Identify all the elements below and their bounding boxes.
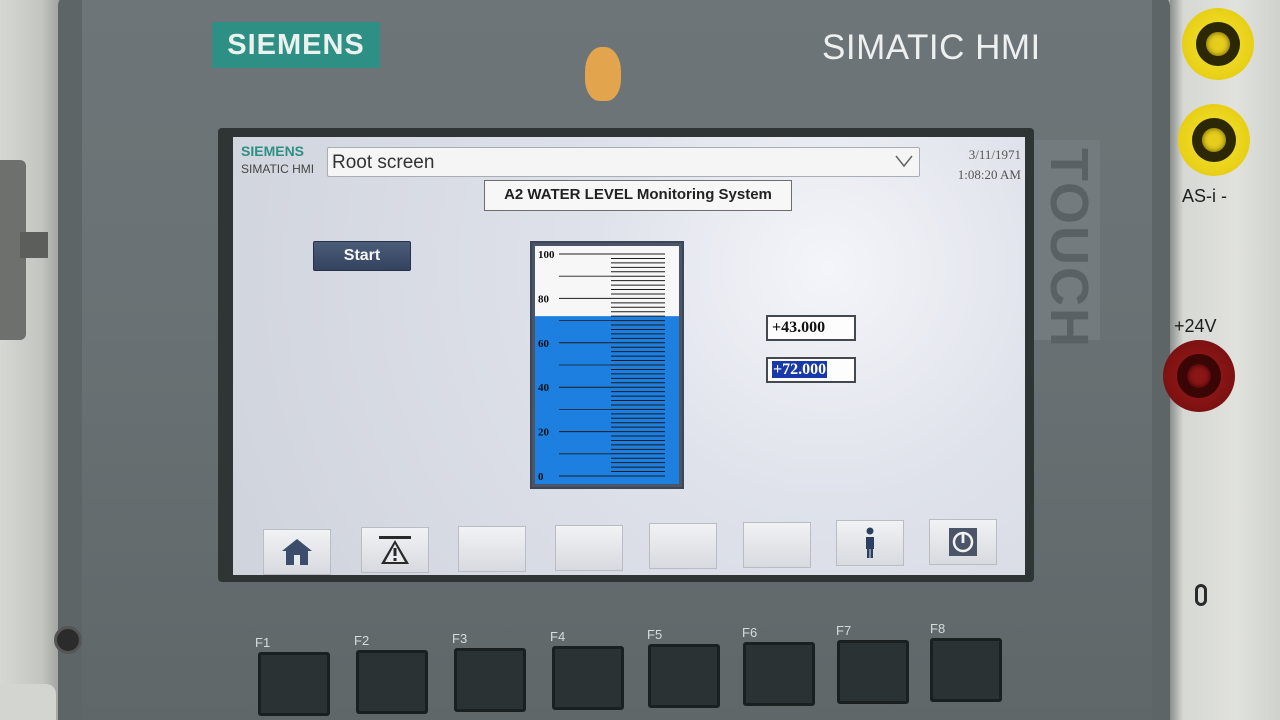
fkey-label-f6: F6: [742, 625, 758, 640]
home-button[interactable]: [263, 529, 331, 575]
screen-selector-value: Root screen: [332, 152, 435, 173]
gauge-tick-label: 60: [538, 338, 550, 350]
fkey-label-f7: F7: [836, 623, 852, 638]
page-title: A2 WATER LEVEL Monitoring System: [484, 180, 792, 211]
fkey-f7[interactable]: [837, 640, 909, 704]
hmi-screen: SIEMENS SIMATIC HMI Root screen 3/11/197…: [233, 137, 1025, 575]
time-label: 1:08:20 AM: [957, 167, 1021, 182]
alarm-view-button[interactable]: [361, 527, 429, 573]
cabinet-foot: [0, 684, 56, 720]
datetime-display: 3/11/1971 1:08:20 AM: [958, 145, 1021, 185]
level-output-value: +43.000: [772, 319, 826, 336]
power-icon: [949, 528, 977, 556]
photo-stage: SIEMENS SIMATIC HMI TOUCH SIEMENS SIMATI…: [0, 0, 1280, 720]
cabinet-left-rail: [0, 0, 60, 720]
screen-brand: SIEMENS: [241, 143, 305, 159]
date-label: 3/11/1971: [968, 147, 1021, 162]
fkey-f2[interactable]: [356, 650, 428, 714]
setpoint-input-field[interactable]: +72.000: [766, 357, 856, 383]
fkey-label-f8: F8: [930, 621, 946, 636]
device-model-label: SIMATIC HMI: [822, 28, 1041, 67]
alarm-warning-icon: [379, 536, 411, 564]
fkey-label-f1: F1: [255, 635, 271, 650]
function-button-3[interactable]: [458, 526, 526, 572]
screen-selector-dropdown[interactable]: Root screen: [327, 147, 920, 177]
fkey-label-f3: F3: [452, 631, 468, 646]
fkey-f6[interactable]: [743, 642, 815, 706]
screen-model: SIMATIC HMI: [241, 162, 315, 176]
gauge-tick-label: 100: [538, 249, 555, 261]
water-level-gauge: 0 20 40 60 80 100: [530, 241, 684, 489]
function-button-5[interactable]: [649, 523, 717, 569]
touch-strip: TOUCH: [1030, 140, 1100, 349]
setpoint-input-value: +72.000: [772, 361, 828, 378]
gauge-tick-label: 80: [538, 293, 550, 305]
fkey-label-f2: F2: [354, 633, 370, 648]
info-button[interactable]: [836, 520, 904, 566]
gauge-tick-label: 40: [538, 382, 550, 394]
plus-24v-label: +24V: [1174, 316, 1217, 336]
screw-icon: [54, 626, 82, 654]
mounting-tab: [20, 232, 48, 258]
asi-label: AS-i -: [1182, 186, 1227, 206]
home-icon: [282, 539, 312, 565]
fkey-f8[interactable]: [930, 638, 1002, 702]
chevron-down-icon: [895, 155, 913, 168]
level-output-field: +43.000: [766, 315, 856, 341]
fkey-f4[interactable]: [552, 646, 624, 710]
rail-slot: [1195, 584, 1207, 606]
jack-yellow-2-icon: [1178, 104, 1250, 176]
function-button-4[interactable]: [555, 525, 623, 571]
fkey-f3[interactable]: [454, 648, 526, 712]
function-button-6[interactable]: [743, 522, 811, 568]
touch-label: TOUCH: [1039, 148, 1099, 350]
jack-yellow-1-icon: [1182, 8, 1254, 80]
fkey-label-f4: F4: [550, 629, 566, 644]
fkey-f5[interactable]: [648, 644, 720, 708]
fkey-label-f5: F5: [647, 627, 663, 642]
start-button[interactable]: Start: [313, 241, 411, 271]
gauge-tick-label: 20: [538, 427, 550, 439]
jack-red-icon: [1163, 340, 1235, 412]
light-sensor: [585, 47, 621, 101]
power-button[interactable]: [929, 519, 997, 565]
info-person-icon: [866, 527, 874, 558]
water-level-bar: 0 20 40 60 80 100: [535, 246, 679, 484]
fkey-f1[interactable]: [258, 652, 330, 716]
device-brand-logo: SIEMENS: [212, 22, 380, 68]
gauge-tick-label: 0: [538, 471, 544, 483]
